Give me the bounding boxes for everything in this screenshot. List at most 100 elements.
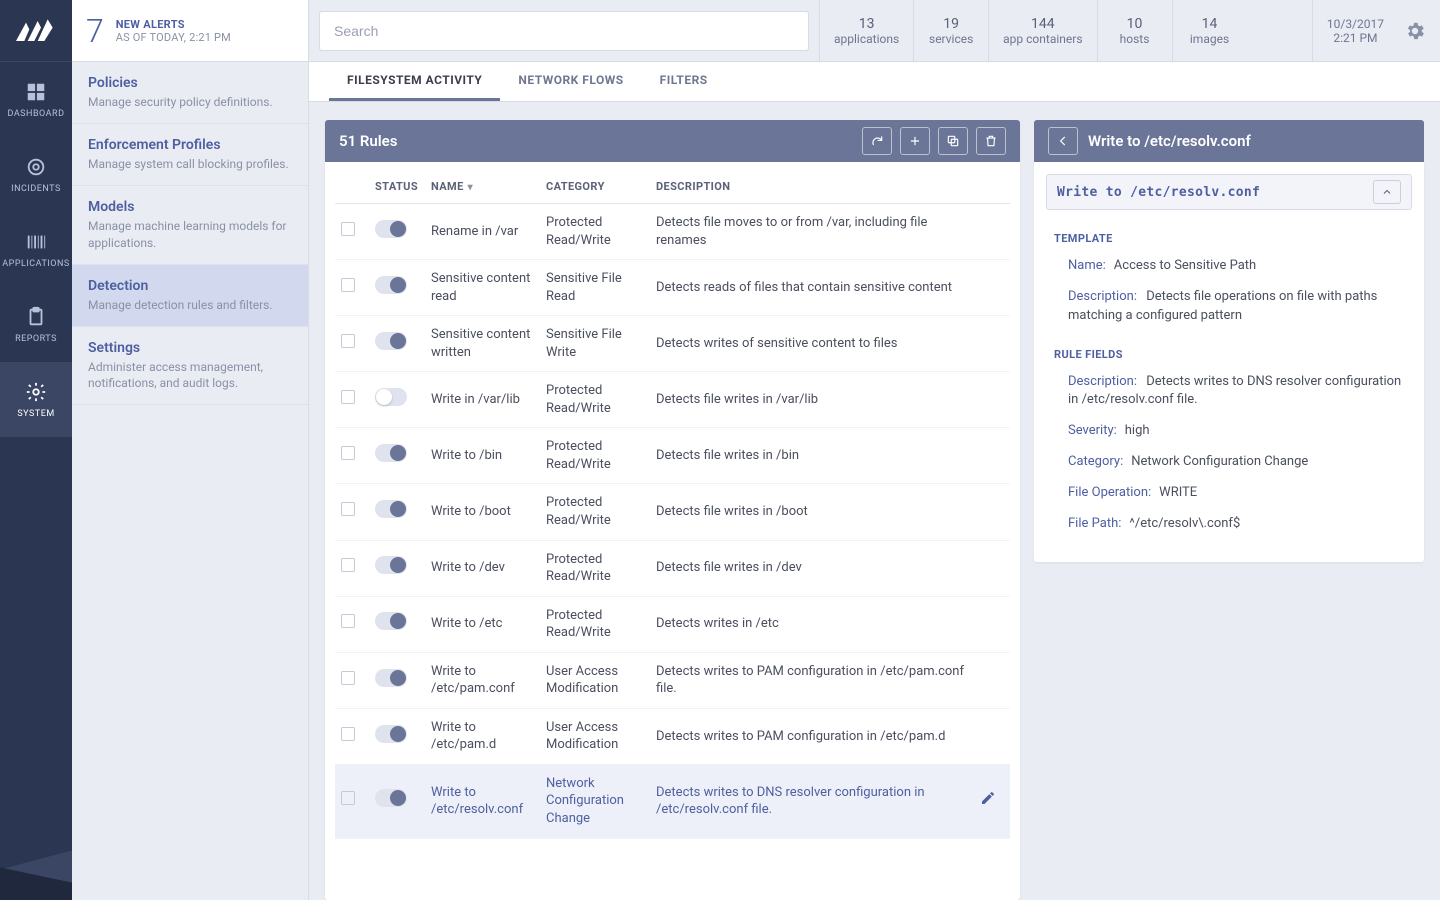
sidebar-item-settings[interactable]: Settings Administer access management, n… [72,327,308,405]
row-checkbox[interactable] [341,558,355,572]
col-category[interactable]: CATEGORY [540,166,650,204]
copy-button[interactable] [938,127,968,155]
row-checkbox[interactable] [341,390,355,404]
status-toggle[interactable] [375,220,407,238]
rule-description: Detects file writes in /bin [650,428,974,484]
back-button[interactable] [1048,127,1078,155]
sidebar-item-models[interactable]: Models Manage machine learning models fo… [72,186,308,264]
status-toggle[interactable] [375,276,407,294]
rule-category: Sensitive File Read [540,260,650,316]
row-checkbox[interactable] [341,222,355,236]
rule-description: Detects file writes in /var/lib [650,372,974,428]
rail-item-system[interactable]: SYSTEM [0,362,72,437]
status-toggle[interactable] [375,332,407,350]
alerts-count: 7 [86,12,104,50]
row-checkbox[interactable] [341,614,355,628]
tab-filesystem[interactable]: FILESYSTEM ACTIVITY [329,62,500,101]
status-toggle[interactable] [375,612,407,630]
gear-icon [1404,20,1426,42]
status-toggle[interactable] [375,500,407,518]
trash-icon [984,134,998,148]
table-row[interactable]: Write to /etc/pam.dUser Access Modificat… [335,708,1010,764]
status-toggle[interactable] [375,725,407,743]
pencil-icon [980,790,996,806]
table-row[interactable]: Sensitive content writtenSensitive File … [335,316,1010,372]
rule-name: Write to /dev [425,540,540,596]
rule-name: Write to /etc/resolv.conf [425,764,540,838]
collapse-button[interactable] [1373,180,1401,204]
table-row[interactable]: Write to /etcProtected Read/WriteDetects… [335,596,1010,652]
stat-services[interactable]: 19 services [913,0,988,61]
table-row[interactable]: Write to /binProtected Read/WriteDetects… [335,428,1010,484]
target-icon [24,155,48,179]
brand-logo [0,0,72,62]
row-checkbox[interactable] [341,502,355,516]
copy-icon [946,134,960,148]
row-checkbox[interactable] [341,334,355,348]
status-toggle[interactable] [375,556,407,574]
rules-table-wrapper[interactable]: STATUS NAME▾ CATEGORY DESCRIPTION Rename… [325,162,1020,900]
sidebar-item-enforcement[interactable]: Enforcement Profiles Manage system call … [72,124,308,186]
field-severity: Severity: high [1054,418,1404,449]
status-toggle[interactable] [375,444,407,462]
tab-network[interactable]: NETWORK FLOWS [500,62,641,101]
table-row[interactable]: Write in /var/libProtected Read/WriteDet… [335,372,1010,428]
sidebar-item-policies[interactable]: Policies Manage security policy definiti… [72,62,308,124]
rule-name: Rename in /var [425,204,540,260]
rail-item-applications[interactable]: APPLICATIONS [0,212,72,287]
edit-button[interactable] [980,795,996,810]
template-name: Name: Access to Sensitive Path [1054,253,1404,284]
col-description[interactable]: DESCRIPTION [650,166,974,204]
sidebar-item-detection[interactable]: Detection Manage detection rules and fil… [72,265,308,327]
rail-label: SYSTEM [17,409,54,419]
alerts-subtitle: AS OF TODAY, 2:21 PM [116,31,231,44]
alerts-summary[interactable]: 7 NEW ALERTS AS OF TODAY, 2:21 PM [72,0,308,62]
rail-label: DASHBOARD [8,109,65,119]
tab-filters[interactable]: FILTERS [642,62,726,101]
rule-description: Detects file writes in /boot [650,484,974,540]
status-toggle[interactable] [375,388,407,406]
stat-applications[interactable]: 13 applications [819,0,913,61]
rail-item-incidents[interactable]: INCIDENTS [0,137,72,212]
row-checkbox[interactable] [341,278,355,292]
status-toggle[interactable] [375,789,407,807]
col-name[interactable]: NAME▾ [425,166,540,204]
topbar: 13 applications 19 services 144 app cont… [309,0,1440,62]
rule-name: Write in /var/lib [425,372,540,428]
grid-icon [24,80,48,104]
delete-button[interactable] [976,127,1006,155]
stat-containers[interactable]: 144 app containers [988,0,1096,61]
rule-description: Detects file moves to or from /var, incl… [650,204,974,260]
rail-item-dashboard[interactable]: DASHBOARD [0,62,72,137]
field-category: Category: Network Configuration Change [1054,449,1404,480]
rail-footer-decoration [0,840,72,900]
row-checkbox[interactable] [341,727,355,741]
rail-item-reports[interactable]: REPORTS [0,287,72,362]
detail-body: Write to /etc/resolv.conf TEMPLATE Name:… [1034,162,1424,562]
col-status[interactable]: STATUS [369,166,425,204]
chevron-left-icon [1056,134,1070,148]
add-button[interactable] [900,127,930,155]
rule-category: User Access Modification [540,708,650,764]
settings-button[interactable] [1398,0,1440,61]
refresh-button[interactable] [862,127,892,155]
table-row[interactable]: Write to /etc/resolv.confNetwork Configu… [335,764,1010,838]
table-row[interactable]: Sensitive content readSensitive File Rea… [335,260,1010,316]
row-checkbox[interactable] [341,671,355,685]
search-input[interactable] [319,11,809,51]
detail-accordion[interactable]: Write to /etc/resolv.conf [1046,174,1412,210]
table-row[interactable]: Rename in /varProtected Read/WriteDetect… [335,204,1010,260]
detail-panel: Write to /etc/resolv.conf Write to /etc/… [1034,120,1424,900]
stat-images[interactable]: 14 images [1172,0,1247,61]
field-operation: File Operation: WRITE [1054,480,1404,511]
rule-name: Write to /etc/pam.conf [425,652,540,708]
rules-panel-header: 51 Rules [325,120,1020,162]
table-row[interactable]: Write to /etc/pam.confUser Access Modifi… [335,652,1010,708]
table-row[interactable]: Write to /bootProtected Read/WriteDetect… [335,484,1010,540]
rule-category: User Access Modification [540,652,650,708]
stat-hosts[interactable]: 10 hosts [1097,0,1172,61]
row-checkbox[interactable] [341,446,355,460]
table-row[interactable]: Write to /devProtected Read/WriteDetects… [335,540,1010,596]
status-toggle[interactable] [375,669,407,687]
row-checkbox[interactable] [341,791,355,805]
